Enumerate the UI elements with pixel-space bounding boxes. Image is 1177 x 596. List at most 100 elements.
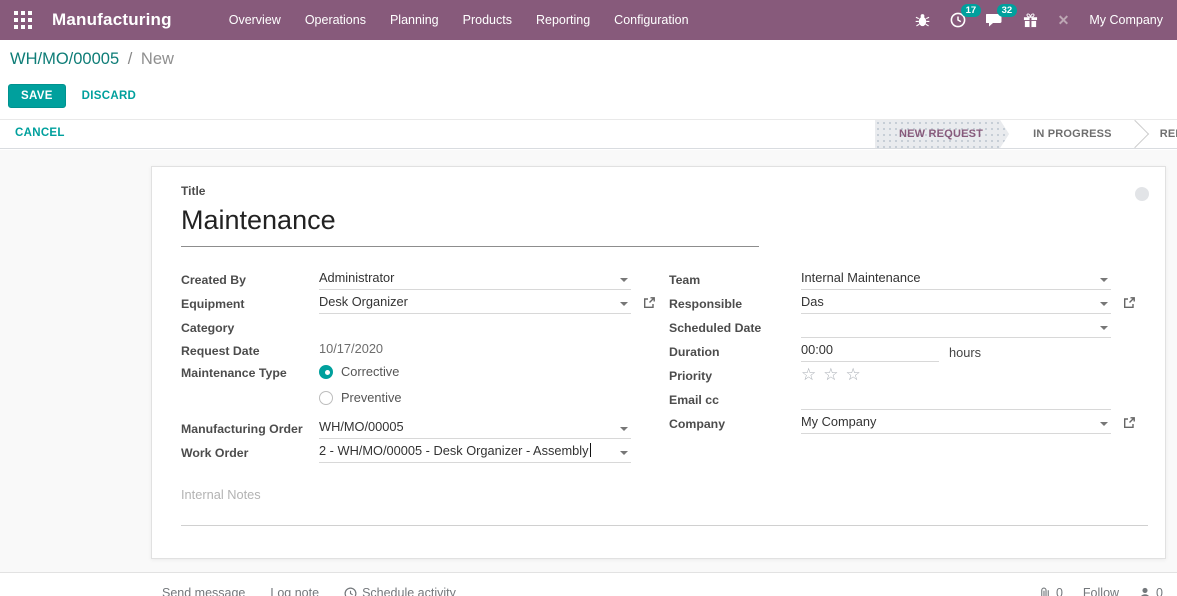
request-date-label: Request Date (181, 344, 260, 358)
form-sheet: Title Maintenance Created By Administrat… (151, 166, 1166, 559)
title-label: Title (181, 184, 205, 198)
duration-unit-label: hours (949, 345, 981, 360)
chevron-down-icon[interactable] (620, 278, 628, 282)
category-field (319, 318, 631, 338)
star-icon[interactable] (846, 366, 861, 383)
form-action-buttons: SAVE DISCARD (8, 84, 148, 108)
priority-label: Priority (669, 369, 712, 383)
email-cc-label: Email cc (669, 393, 719, 407)
messages-chat-icon[interactable]: 32 (986, 12, 1003, 28)
responsible-label: Responsible (669, 297, 742, 311)
menu-overview[interactable]: Overview (220, 8, 290, 32)
activity-state-dot (1135, 187, 1149, 201)
company-external-link-icon[interactable] (1122, 416, 1137, 431)
breadcrumb-current: New (141, 50, 174, 68)
paperclip-icon (1039, 587, 1051, 596)
chevron-down-icon[interactable] (620, 451, 628, 455)
title-input[interactable]: Maintenance (181, 205, 759, 247)
scheduled-date-field[interactable] (801, 318, 1111, 338)
schedule-activity-button[interactable]: Schedule activity (344, 586, 456, 596)
chevron-down-icon[interactable] (1100, 302, 1108, 306)
activities-count-badge: 17 (961, 4, 982, 17)
manufacturing-order-field[interactable]: WH/MO/00005 (319, 419, 631, 439)
maintenance-type-preventive-option[interactable]: Preventive (319, 390, 401, 405)
internal-notes-underline (181, 525, 1148, 526)
maintenance-type-label: Maintenance Type (181, 366, 287, 380)
main-menu: Overview Operations Planning Products Re… (220, 8, 698, 32)
save-button[interactable]: SAVE (8, 84, 66, 108)
priority-stars (801, 366, 861, 383)
chatter-actions: Send message Log note Schedule activity (162, 586, 456, 596)
equipment-external-link-icon[interactable] (642, 296, 657, 311)
chevron-down-icon[interactable] (1100, 422, 1108, 426)
team-field[interactable]: Internal Maintenance (801, 270, 1111, 290)
chevron-down-icon[interactable] (1100, 278, 1108, 282)
work-order-label: Work Order (181, 446, 248, 460)
equipment-label: Equipment (181, 297, 245, 311)
created-by-field[interactable]: Administrator (319, 270, 631, 290)
created-by-label: Created By (181, 273, 246, 287)
statusbar: CANCEL NEW REQUEST IN PROGRESS REPAIRED … (0, 119, 1177, 149)
text-cursor (590, 443, 591, 457)
star-icon[interactable] (801, 366, 816, 383)
person-icon (1139, 587, 1151, 596)
cancel-button[interactable]: CANCEL (15, 127, 65, 139)
company-label: Company (669, 417, 725, 431)
company-switcher[interactable]: My Company (1089, 13, 1163, 27)
step-new-request[interactable]: NEW REQUEST (875, 120, 1009, 148)
followers-button[interactable]: 0 (1139, 586, 1163, 596)
responsible-external-link-icon[interactable] (1122, 296, 1137, 311)
clock-icon (344, 587, 357, 596)
chatter-meta: 0 Follow 0 (1039, 586, 1163, 596)
step-repaired[interactable]: REPAIRED (1136, 120, 1177, 148)
messages-count-badge: 32 (997, 4, 1018, 17)
status-steps: NEW REQUEST IN PROGRESS REPAIRED SCRAP (875, 120, 1177, 148)
gift-icon[interactable] (1023, 13, 1038, 28)
team-label: Team (669, 273, 700, 287)
apps-grid-icon[interactable] (10, 7, 36, 33)
app-title[interactable]: Manufacturing (52, 10, 172, 30)
request-date-field: 10/17/2020 (319, 341, 631, 361)
manufacturing-order-label: Manufacturing Order (181, 422, 303, 436)
navbar-systray: 17 32 ✕ My Company (915, 12, 1163, 29)
log-note-button[interactable]: Log note (270, 586, 319, 596)
menu-reporting[interactable]: Reporting (527, 8, 599, 32)
corrective-option-label: Corrective (341, 364, 399, 379)
debug-bug-icon[interactable] (915, 13, 930, 28)
scheduled-date-label: Scheduled Date (669, 321, 761, 335)
chevron-down-icon[interactable] (620, 302, 628, 306)
breadcrumb-parent-link[interactable]: WH/MO/00005 (10, 50, 119, 68)
close-icon[interactable]: ✕ (1058, 12, 1070, 29)
breadcrumb-separator: / (128, 50, 133, 68)
chatter: Send message Log note Schedule activity … (0, 572, 1177, 596)
menu-planning[interactable]: Planning (381, 8, 448, 32)
category-label: Category (181, 321, 234, 335)
equipment-field[interactable]: Desk Organizer (319, 294, 631, 314)
menu-products[interactable]: Products (454, 8, 521, 32)
form-view: Title Maintenance Created By Administrat… (0, 150, 1177, 596)
preventive-option-label: Preventive (341, 390, 401, 405)
menu-configuration[interactable]: Configuration (605, 8, 697, 32)
star-icon[interactable] (823, 366, 838, 383)
step-in-progress[interactable]: IN PROGRESS (1009, 120, 1136, 148)
send-message-button[interactable]: Send message (162, 586, 245, 596)
chevron-down-icon[interactable] (620, 427, 628, 431)
discard-button[interactable]: DISCARD (70, 85, 149, 107)
menu-operations[interactable]: Operations (296, 8, 375, 32)
internal-notes-field[interactable]: Internal Notes (181, 487, 261, 502)
top-navbar: Manufacturing Overview Operations Planni… (0, 0, 1177, 40)
radio-unchecked-icon[interactable] (319, 391, 333, 405)
radio-checked-icon[interactable] (319, 365, 333, 379)
work-order-field[interactable]: 2 - WH/MO/00005 - Desk Organizer - Assem… (319, 443, 631, 463)
responsible-field[interactable]: Das (801, 294, 1111, 314)
breadcrumb: WH/MO/00005 / New (10, 50, 174, 69)
activities-clock-icon[interactable]: 17 (950, 12, 966, 28)
company-field[interactable]: My Company (801, 414, 1111, 434)
chevron-down-icon[interactable] (1100, 326, 1108, 330)
duration-field[interactable]: 00:00 (801, 342, 939, 362)
duration-label: Duration (669, 345, 720, 359)
follow-button[interactable]: Follow (1083, 586, 1119, 596)
email-cc-field[interactable] (801, 390, 1111, 410)
maintenance-type-corrective-option[interactable]: Corrective (319, 364, 399, 379)
attachments-button[interactable]: 0 (1039, 586, 1063, 596)
